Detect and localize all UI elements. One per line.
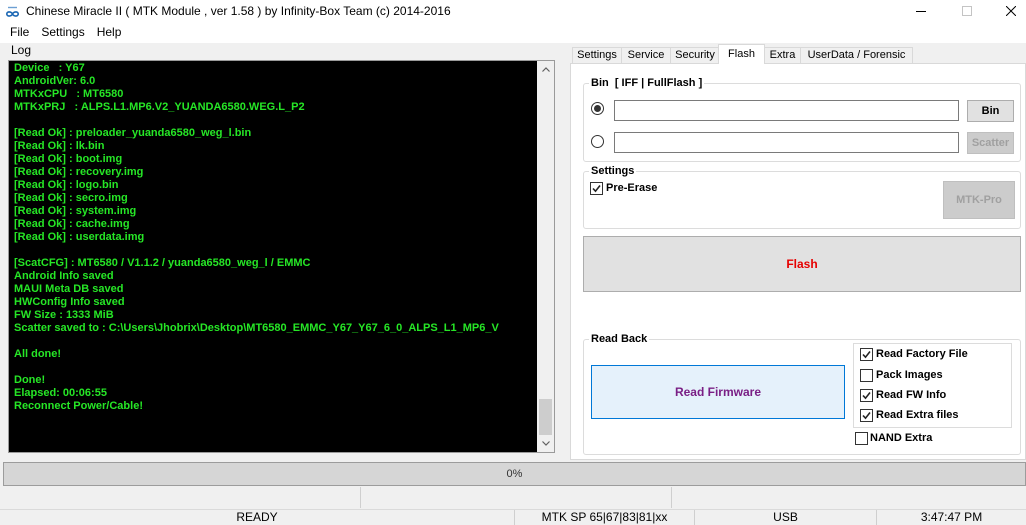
pack-images-checkbox[interactable] [860,369,873,382]
bin-group: Bin [ IFF | FullFlash ] Bin Scatter [583,77,1021,162]
log-line: Scatter saved to : C:\Users\Jhobrix\Desk… [14,322,499,334]
read-fw-info-checkbox[interactable] [860,389,873,402]
log-line: MTKxPRJ : ALPS.L1.MP6.V2_YUANDA6580.WEG.… [14,101,305,113]
status-protocol: MTK SP 65|67|83|81|xx [515,510,695,525]
bin-button[interactable]: Bin [967,100,1014,122]
window-title: Chinese Miracle II ( MTK Module , ver 1.… [26,4,451,18]
scatter-radio[interactable] [591,135,604,148]
menu-bar: File Settings Help [0,22,1026,43]
secondary-status-strip [0,487,1026,508]
log-line: [Read Ok] : boot.img [14,153,123,165]
log-line: [Read Ok] : recovery.img [14,166,144,178]
tab-settings[interactable]: Settings [572,47,622,64]
tab-security[interactable]: Security [670,47,720,64]
maximize-button[interactable] [944,0,990,22]
maximize-icon [962,6,972,16]
tab-flash[interactable]: Flash [718,44,765,64]
status-state: READY [0,510,515,525]
menu-file[interactable]: File [4,22,35,43]
nand-extra-label: NAND Extra [870,432,933,444]
nand-extra-checkbox[interactable] [855,432,868,445]
strip-panel [361,487,672,508]
settings-group-title: Settings [589,165,637,178]
read-fw-info-label: Read FW Info [876,389,947,401]
tab-service[interactable]: Service [621,47,671,64]
scroll-down-button[interactable] [537,435,554,452]
log-line: Done! [14,374,46,386]
log-line: Android Info saved [14,270,114,282]
read-back-group-title: Read Back [589,333,650,346]
infinity-box-logo-icon [4,3,21,20]
flash-tab-panel: Bin [ IFF | FullFlash ] Bin Scatter Sett… [570,63,1026,460]
log-line: [Read Ok] : system.img [14,205,137,217]
read-factory-file-checkbox[interactable] [860,348,873,361]
log-line: [Read Ok] : logo.bin [14,179,119,191]
scatter-button[interactable]: Scatter [967,132,1014,154]
log-line: All done! [14,348,62,360]
log-line: [Read Ok] : lk.bin [14,140,105,152]
log-label: Log [11,43,32,57]
close-icon [1006,6,1016,16]
scroll-up-button[interactable] [537,61,554,78]
log-line: Reconnect Power/Cable! [14,400,143,412]
settings-group: Settings Pre-Erase MTK-Pro [583,165,1021,229]
menu-help[interactable]: Help [91,22,128,43]
scatter-path-input[interactable] [614,132,959,153]
read-back-options: Read Factory File Pack Images Read FW In… [853,343,1012,428]
bin-group-title: Bin [ IFF | FullFlash ] [589,77,705,90]
log-line: [Read Ok] : userdata.img [14,231,145,243]
read-extra-files-checkbox[interactable] [860,409,873,422]
chevron-up-icon [541,67,550,72]
minimize-button[interactable] [898,0,944,22]
tab-userdata-forensic[interactable]: UserData / Forensic [800,47,913,64]
minimize-icon [916,11,926,12]
status-bar: READY MTK SP 65|67|83|81|xx USB 3:47:47 … [0,509,1026,525]
log-line: MAUI Meta DB saved [14,283,124,295]
strip-panel [672,487,1026,508]
bin-radio[interactable] [591,102,604,115]
log-line: HWConfig Info saved [14,296,125,308]
log-line: FW Size : 1333 MiB [14,309,114,321]
scroll-thumb[interactable] [539,399,552,435]
log-line: [ScatCFG] : MT6580 / V1.1.2 / yuanda6580… [14,257,311,269]
bin-path-input[interactable] [614,100,959,121]
read-back-group: Read Back Read Firmware Read Factory Fil… [583,333,1021,455]
status-connection: USB [695,510,877,525]
log-panel[interactable]: Device : Y67 AndroidVer: 6.0 MTKxCPU : MT6… [8,60,555,453]
log-line: [Read Ok] : cache.img [14,218,130,230]
close-button[interactable] [988,0,1026,22]
log-line: AndroidVer: 6.0 [14,75,96,87]
status-time: 3:47:47 PM [920,510,983,524]
pre-erase-checkbox[interactable] [590,182,603,195]
pre-erase-label: Pre-Erase [606,182,658,194]
strip-panel [0,487,361,508]
read-firmware-button[interactable]: Read Firmware [591,365,845,419]
progress-bar: 0% [3,462,1026,486]
progress-label: 0% [506,468,523,480]
pack-images-label: Pack Images [876,369,943,381]
mtk-pro-button[interactable]: MTK-Pro [943,181,1015,219]
log-line: Device : Y67 [14,62,85,74]
chevron-down-icon [541,441,550,446]
log-line: MTKxCPU : MT6580 [14,88,124,100]
log-line: [Read Ok] : secro.img [14,192,128,204]
read-factory-file-label: Read Factory File [876,348,968,360]
menu-settings[interactable]: Settings [35,22,90,43]
log-scrollbar[interactable] [537,61,554,452]
log-text[interactable]: Device : Y67 AndroidVer: 6.0 MTKxCPU : MT6… [9,61,537,452]
flash-button[interactable]: Flash [583,236,1021,292]
title-bar[interactable]: Chinese Miracle II ( MTK Module , ver 1.… [0,0,1026,22]
tab-extra[interactable]: Extra [764,47,801,64]
log-line: [Read Ok] : preloader_yuanda6580_weg_l.b… [14,127,252,139]
log-line: Elapsed: 00:06:55 [14,387,107,399]
read-extra-files-label: Read Extra files [876,409,959,421]
